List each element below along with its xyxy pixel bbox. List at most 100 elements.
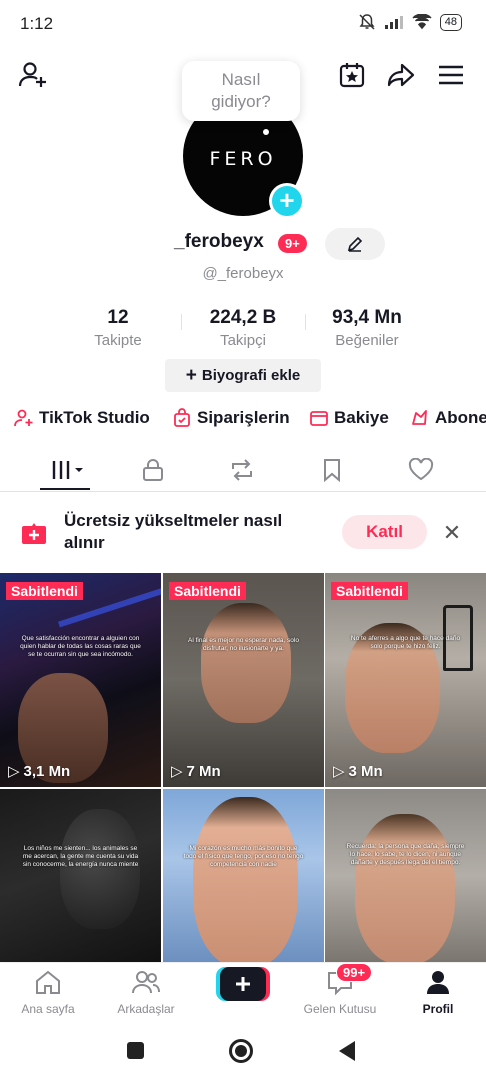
- video-caption: Mi corazón es mucho más bonito que todo …: [183, 845, 304, 868]
- video-thumbnail[interactable]: Sabitlendi No te aferres a algo que te h…: [325, 573, 486, 787]
- calendar-star-icon: [339, 63, 365, 88]
- video-caption: No te aferres a algo que te hace daño so…: [350, 635, 461, 650]
- stat-label: Beğeniler: [335, 332, 399, 349]
- avatar-add-button[interactable]: +: [269, 183, 305, 219]
- grid-bars-icon: [52, 461, 83, 479]
- nav-friends[interactable]: Arkadaşlar: [101, 969, 191, 1016]
- stat-followers[interactable]: 224,2 B Takipçi: [183, 307, 303, 349]
- status-bubble[interactable]: Nasıl gidiyor?: [182, 61, 300, 121]
- gift-plus-icon: [22, 523, 46, 544]
- nav-home[interactable]: Ana sayfa: [3, 969, 93, 1016]
- video-thumbnail[interactable]: Sabitlendi Al final es mejor no esperar …: [163, 573, 324, 787]
- stat-value: 224,2 B: [209, 307, 277, 328]
- view-count-value: 3 Mn: [348, 762, 383, 780]
- add-bio-button[interactable]: + Biyografi ekle: [165, 359, 321, 392]
- promo-banner: Ücretsiz yükseltmeler nasıl alınır Katıl…: [0, 496, 486, 570]
- status-bar: 1:12 48: [0, 0, 486, 48]
- notification-badge[interactable]: 9+: [278, 234, 307, 253]
- view-count-value: 3,1 Mn: [23, 762, 71, 780]
- share-button[interactable]: [384, 58, 418, 92]
- lock-icon: [143, 459, 163, 481]
- shortcut-tiktok-studio[interactable]: TikTok Studio: [14, 408, 150, 428]
- home-icon: [36, 970, 60, 994]
- thumbnail-image: [60, 809, 140, 929]
- video-thumbnail[interactable]: Sabitlendi Que satisfacción encontrar a …: [0, 573, 161, 787]
- system-navigation: [0, 1022, 486, 1080]
- video-caption: Recuerda: la persona que daña, siempre l…: [346, 843, 465, 866]
- plus-icon: +: [279, 185, 295, 215]
- inbox-badge: 99+: [336, 963, 373, 982]
- view-count: ▷ 3,1 Mn: [8, 762, 71, 781]
- menu-button[interactable]: [434, 58, 468, 92]
- shortcut-label: Abone: [435, 408, 486, 427]
- calendar-star-button[interactable]: [335, 58, 369, 92]
- video-caption: Los niños me sienten... los animales se …: [22, 845, 139, 868]
- recent-apps-button[interactable]: [127, 1042, 144, 1059]
- friends-icon: [132, 971, 160, 994]
- status-icons: 48: [358, 13, 462, 31]
- edit-profile-button[interactable]: [325, 228, 385, 260]
- video-grid: Sabitlendi Que satisfacción encontrar a …: [0, 573, 486, 963]
- tab-videos[interactable]: [48, 454, 88, 486]
- play-icon: ▷: [8, 763, 20, 780]
- battery-indicator: 48: [439, 13, 462, 31]
- create-plus-icon: [216, 967, 270, 1001]
- shortcut-subscription[interactable]: Abone: [410, 408, 486, 428]
- shortcut-label: TikTok Studio: [39, 408, 150, 427]
- bubble-line-2: gidiyor?: [211, 92, 271, 111]
- join-button[interactable]: Katıl: [342, 515, 427, 549]
- bubble-line-1: Nasıl: [221, 70, 261, 89]
- nav-label: Gelen Kutusu: [303, 1002, 377, 1016]
- person-plus-icon: [18, 62, 46, 87]
- stat-following[interactable]: 12 Takipte: [58, 307, 178, 349]
- divider: [181, 314, 182, 330]
- active-tab-indicator: [40, 488, 90, 490]
- bookmark-icon: [324, 459, 340, 482]
- tab-favorites[interactable]: [312, 454, 352, 486]
- promo-text: Ücretsiz yükseltmeler nasıl alınır: [64, 511, 283, 552]
- tab-liked[interactable]: [401, 454, 441, 486]
- view-count-value: 7 Mn: [186, 762, 221, 780]
- shortcut-balance[interactable]: Bakiye: [309, 408, 389, 428]
- play-icon: ▷: [333, 763, 345, 780]
- nav-profile[interactable]: Profil: [393, 969, 483, 1016]
- play-icon: ▷: [171, 763, 183, 780]
- add-bio-label: Biyografi ekle: [201, 367, 301, 384]
- pinned-badge: Sabitlendi: [331, 582, 408, 600]
- mute-bell-icon: [359, 14, 375, 30]
- plus-icon: +: [185, 364, 197, 386]
- username-row: _ferobeyx 9+: [0, 228, 486, 260]
- wifi-icon: [412, 14, 432, 30]
- thumbnail-image: [201, 603, 291, 723]
- person-plus-icon: [14, 409, 33, 427]
- shortcut-label: Siparişlerin: [197, 408, 290, 427]
- subscription-icon: [412, 410, 427, 425]
- pinned-badge: Sabitlendi: [6, 582, 83, 600]
- add-friend-button[interactable]: [16, 58, 50, 92]
- bubble-tail: [263, 129, 269, 135]
- tab-reposts[interactable]: [222, 454, 262, 486]
- stat-label: Takipte: [94, 332, 142, 349]
- video-thumbnail[interactable]: Mi corazón es mucho más bonito que todo …: [163, 789, 324, 963]
- shortcut-orders[interactable]: Siparişlerin: [172, 408, 290, 428]
- create-button[interactable]: [216, 967, 270, 1001]
- close-icon[interactable]: ✕: [440, 520, 464, 546]
- video-thumbnail[interactable]: Los niños me sienten... los animales se …: [0, 789, 161, 963]
- stat-likes[interactable]: 93,4 Mn Beğeniler: [307, 307, 427, 349]
- home-button[interactable]: [229, 1039, 253, 1063]
- hamburger-menu-icon: [439, 65, 463, 85]
- nav-label: Profil: [422, 1002, 454, 1016]
- avatar-logo-text: FERO: [209, 148, 277, 170]
- tab-private[interactable]: [133, 454, 173, 486]
- user-handle: @_ferobeyx: [202, 265, 284, 282]
- signal-icon: [384, 16, 403, 29]
- profile-tabs: [0, 450, 486, 492]
- heart-icon: [408, 458, 434, 481]
- video-thumbnail[interactable]: Recuerda: la persona que daña, siempre l…: [325, 789, 486, 963]
- stat-value: 93,4 Mn: [332, 307, 402, 328]
- share-arrow-icon: [387, 63, 415, 87]
- status-time: 1:12: [20, 14, 54, 33]
- shortcut-row: TikTok Studio Siparişlerin Bakiye Abone: [0, 408, 486, 430]
- back-button[interactable]: [338, 1040, 356, 1062]
- profile-icon: [427, 971, 449, 994]
